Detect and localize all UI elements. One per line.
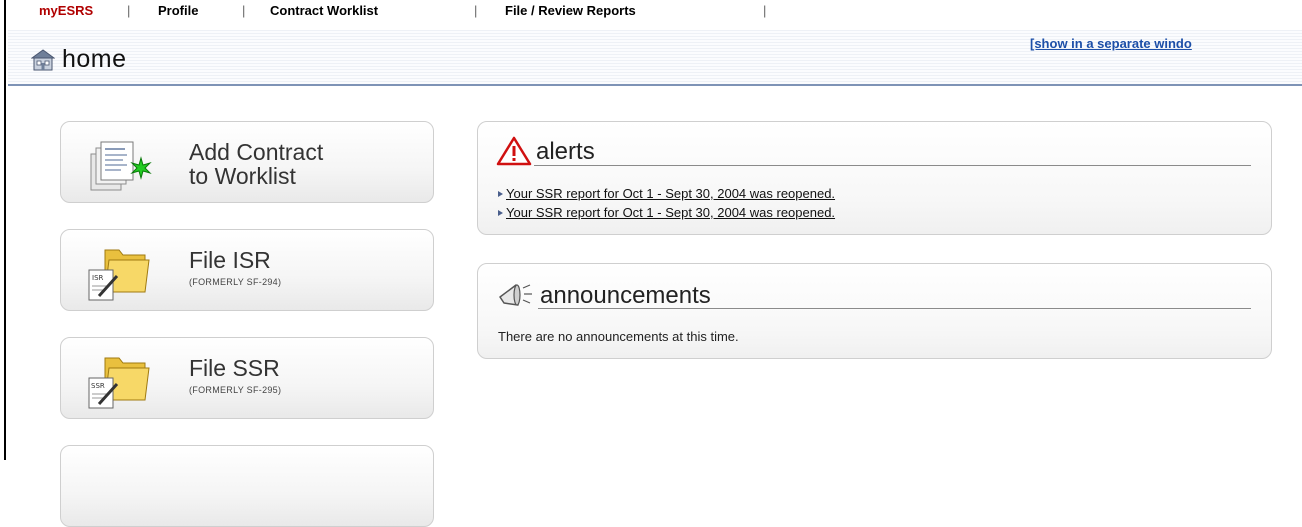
megaphone-icon xyxy=(499,284,532,306)
card-title: File SSR xyxy=(189,355,280,381)
bullet-icon xyxy=(498,191,503,197)
alerts-divider xyxy=(534,165,1251,166)
window-frame-left xyxy=(0,0,6,460)
nav-item-contract-worklist[interactable]: Contract Worklist xyxy=(270,3,378,18)
isr-icon-label: ISR xyxy=(92,274,104,282)
card-title-line1: Add Contract xyxy=(189,139,324,165)
bullet-icon xyxy=(498,210,503,216)
isr-folder-icon: ISR xyxy=(88,249,150,301)
home-icon xyxy=(31,49,55,71)
announcements-divider xyxy=(538,308,1251,309)
card-subtitle: (FORMERLY SF-294) xyxy=(189,277,282,287)
page-header: home [show in a separate windo xyxy=(8,30,1302,86)
card-title: File ISR xyxy=(189,247,271,273)
ssr-icon-label: SSR xyxy=(91,382,105,390)
nav-separator: | xyxy=(474,3,478,18)
ssr-folder-icon: SSR xyxy=(88,357,150,409)
alerts-title: alerts xyxy=(536,138,595,165)
alert-warning-icon xyxy=(496,136,532,166)
add-contract-icon xyxy=(90,141,152,191)
nav-separator: | xyxy=(242,3,246,18)
card-title-line2: to Worklist xyxy=(189,163,296,189)
file-ssr-card[interactable]: SSR File SSR (FORMERLY SF-295) xyxy=(60,337,434,419)
alert-link[interactable]: Your SSR report for Oct 1 - Sept 30, 200… xyxy=(506,186,835,201)
page-title: home xyxy=(62,45,127,73)
nav-separator: | xyxy=(127,3,131,18)
card-subtitle: (FORMERLY SF-295) xyxy=(189,385,282,395)
nav-item-profile[interactable]: Profile xyxy=(158,3,198,18)
partial-card[interactable] xyxy=(60,445,434,527)
show-separate-window-link[interactable]: [show in a separate windo xyxy=(1030,36,1192,51)
file-isr-card[interactable]: ISR File ISR (FORMERLY SF-294) xyxy=(60,229,434,311)
announcements-title: announcements xyxy=(540,282,711,309)
nav-item-myesrs[interactable]: myESRS xyxy=(39,3,93,18)
alert-link[interactable]: Your SSR report for Oct 1 - Sept 30, 200… xyxy=(506,205,835,220)
announcements-panel: announcements There are no announcements… xyxy=(477,263,1272,359)
nav-separator: | xyxy=(763,3,767,18)
alerts-panel: alerts Your SSR report for Oct 1 - Sept … xyxy=(477,121,1272,235)
nav-item-file-review-reports[interactable]: File / Review Reports xyxy=(505,3,636,18)
announcements-message: There are no announcements at this time. xyxy=(498,329,739,344)
top-nav: myESRS | Profile | Contract Worklist | F… xyxy=(8,0,1302,26)
add-contract-card[interactable]: Add Contract to Worklist xyxy=(60,121,434,203)
